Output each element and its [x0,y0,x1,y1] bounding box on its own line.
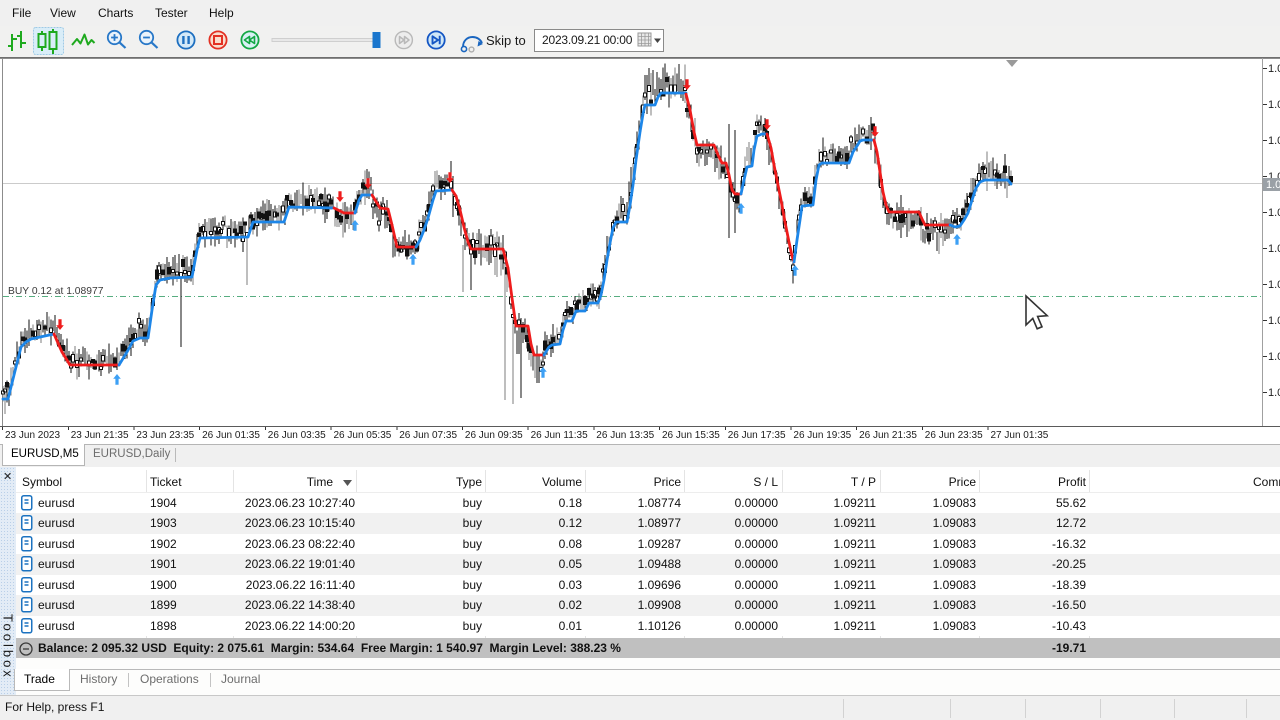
svg-text:26 Jun 23:35: 26 Jun 23:35 [925,430,983,441]
svg-text:26 Jun 15:35: 26 Jun 15:35 [662,430,720,441]
svg-text:26 Jun 21:35: 26 Jun 21:35 [859,430,917,441]
svg-text:26 Jun 03:35: 26 Jun 03:35 [268,430,326,441]
svg-text:1.09083: 1.09083 [1266,179,1280,191]
svg-text:1.09228: 1.09228 [1268,315,1280,327]
svg-text:26 Jun 13:35: 26 Jun 13:35 [596,430,654,441]
svg-text:23 Jun 23:35: 23 Jun 23:35 [136,430,194,441]
svg-text:1.09768: 1.09768 [1268,99,1280,111]
svg-text:1.09678: 1.09678 [1268,135,1280,147]
svg-text:26 Jun 17:35: 26 Jun 17:35 [728,430,786,441]
svg-text:26 Jun 19:35: 26 Jun 19:35 [793,430,851,441]
svg-text:26 Jun 07:35: 26 Jun 07:35 [399,430,457,441]
svg-text:26 Jun 05:35: 26 Jun 05:35 [334,430,392,441]
svg-text:27 Jun 01:35: 27 Jun 01:35 [991,430,1049,441]
svg-text:26 Jun 01:35: 26 Jun 01:35 [202,430,260,441]
svg-text:1.09048: 1.09048 [1268,387,1280,399]
svg-text:26 Jun 11:35: 26 Jun 11:35 [531,430,589,441]
svg-text:1.09408: 1.09408 [1268,243,1280,255]
svg-text:23 Jun 2023: 23 Jun 2023 [5,430,60,441]
svg-text:26 Jun 09:35: 26 Jun 09:35 [465,430,523,441]
svg-text:1.09498: 1.09498 [1268,207,1280,219]
svg-text:1.09858: 1.09858 [1268,63,1280,75]
svg-text:1.09138: 1.09138 [1268,351,1280,363]
svg-text:23 Jun 21:35: 23 Jun 21:35 [71,430,129,441]
svg-text:1.09318: 1.09318 [1268,279,1280,291]
svg-text:BUY 0.12 at 1.08977: BUY 0.12 at 1.08977 [8,286,104,297]
